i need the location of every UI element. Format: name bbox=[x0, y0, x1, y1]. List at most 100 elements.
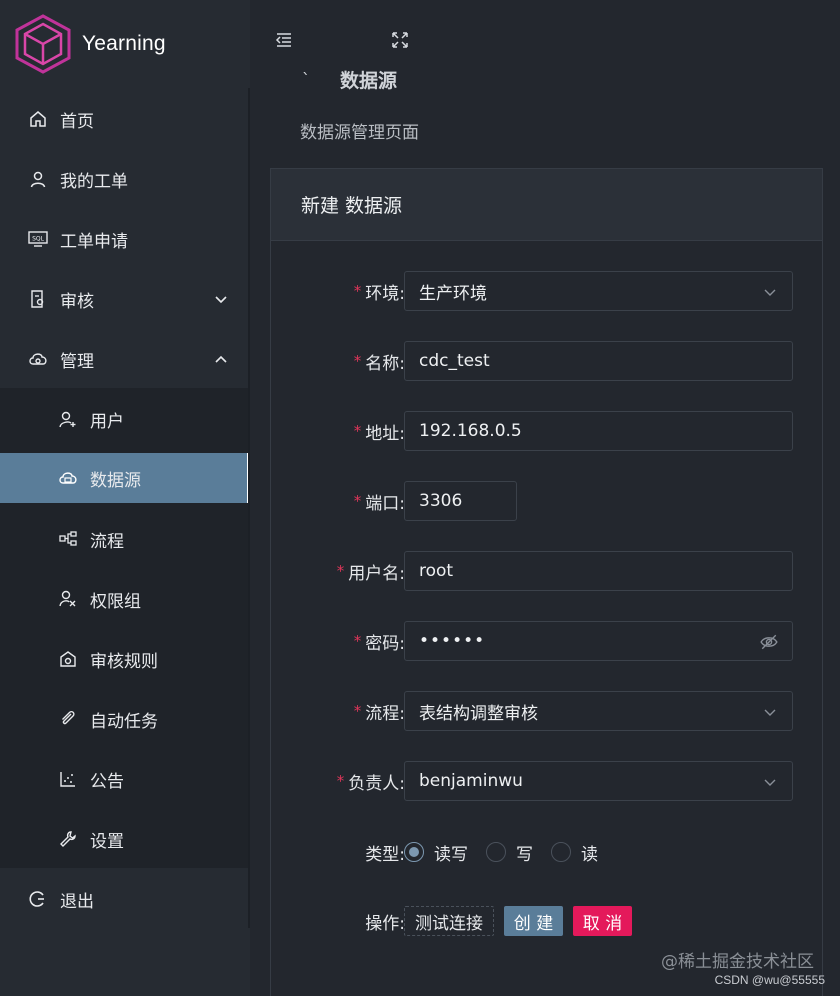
sidebar-item-flow[interactable]: 流程 bbox=[0, 514, 250, 564]
required-mark: * bbox=[353, 632, 362, 650]
chevron-down-icon bbox=[764, 289, 776, 296]
password-input-value: •••••• bbox=[419, 631, 486, 651]
address-input[interactable]: 192.168.0.5 bbox=[404, 411, 793, 451]
sidebar-item-users[interactable]: 用户 bbox=[0, 394, 250, 444]
username-label: * 用户名: bbox=[337, 551, 405, 591]
form-row-username: * 用户名: root bbox=[271, 551, 824, 591]
sidebar-item-logout[interactable]: 退出 bbox=[0, 874, 250, 924]
sidebar-item-label: 自动任务 bbox=[90, 711, 158, 732]
chevron-up-icon bbox=[215, 355, 227, 363]
required-mark: * bbox=[336, 772, 345, 790]
sidebar-item-label: 公告 bbox=[90, 771, 124, 792]
sidebar-item-announcement[interactable]: 公告 bbox=[0, 754, 250, 804]
radio-circle bbox=[551, 842, 571, 862]
owner-select[interactable]: benjaminwu bbox=[404, 761, 793, 801]
username-input-value: root bbox=[419, 561, 454, 581]
sidebar-item-my-orders[interactable]: 我的工单 bbox=[0, 154, 250, 204]
sidebar-item-label: 工单申请 bbox=[60, 231, 128, 252]
required-mark: * bbox=[353, 352, 362, 370]
sql-icon: SQL bbox=[28, 229, 48, 249]
flow-select-value: 表结构调整审核 bbox=[419, 703, 538, 724]
address-label-text: 地址: bbox=[365, 423, 405, 444]
form-row-actions: 操作: 测试连接 创 建 取 消 bbox=[271, 906, 824, 936]
sidebar-item-settings[interactable]: 设置 bbox=[0, 814, 250, 864]
required-mark: * bbox=[353, 492, 362, 510]
user-add-icon bbox=[58, 409, 78, 429]
sidebar-item-audit[interactable]: 审核 bbox=[0, 274, 250, 324]
sidebar-item-audit-rules[interactable]: 审核规则 bbox=[0, 634, 250, 684]
create-button[interactable]: 创 建 bbox=[504, 906, 563, 936]
name-input[interactable]: cdc_test bbox=[404, 341, 793, 381]
eye-hidden-icon[interactable] bbox=[760, 633, 778, 651]
flow-label: * 流程: bbox=[354, 691, 405, 731]
chevron-down-icon bbox=[764, 709, 776, 716]
type-label-text: 类型: bbox=[365, 844, 405, 865]
datasource-form-card: 新建 数据源 * 环境: 生产环境 * 名称: cdc_test * 地址: 192.… bbox=[270, 168, 823, 996]
fullscreen-icon[interactable] bbox=[390, 30, 410, 50]
sidebar-item-auto-task[interactable]: 自动任务 bbox=[0, 694, 250, 744]
chevron-down-icon bbox=[215, 296, 227, 304]
sidebar-item-order-apply[interactable]: SQL 工单申请 bbox=[0, 214, 250, 264]
port-label: * 端口: bbox=[354, 481, 405, 521]
sidebar-item-manage[interactable]: 管理 bbox=[0, 334, 250, 384]
chart-icon bbox=[58, 769, 78, 789]
user-icon bbox=[28, 169, 48, 189]
actions-label: 操作: bbox=[365, 906, 405, 936]
flow-select[interactable]: 表结构调整审核 bbox=[404, 691, 793, 731]
owner-select-value: benjaminwu bbox=[419, 771, 523, 791]
sidebar-item-label: 用户 bbox=[90, 411, 124, 432]
manage-icon bbox=[28, 349, 48, 369]
sidebar-item-home[interactable]: 首页 bbox=[0, 94, 250, 144]
form-row-flow: * 流程: 表结构调整审核 bbox=[271, 691, 824, 731]
paperclip-icon bbox=[58, 709, 78, 729]
sidebar-item-label: 审核规则 bbox=[90, 651, 158, 672]
sidebar-item-label: 审核 bbox=[60, 291, 94, 312]
form-row-name: * 名称: cdc_test bbox=[271, 341, 824, 381]
radio-circle bbox=[486, 842, 506, 862]
page-title: 数据源 bbox=[340, 70, 398, 92]
sidebar-item-label: 设置 bbox=[90, 831, 124, 852]
username-label-text: 用户名: bbox=[348, 563, 405, 584]
username-input[interactable]: root bbox=[404, 551, 793, 591]
yearning-logo-icon bbox=[15, 14, 71, 74]
watermark-csdn: CSDN @wu@55555 bbox=[714, 973, 825, 987]
sidebar-item-label: 流程 bbox=[90, 531, 124, 552]
port-input-value: 3306 bbox=[419, 491, 463, 511]
logo[interactable]: Yearning bbox=[14, 14, 166, 74]
type-radio-readwrite[interactable]: 读写 bbox=[404, 840, 468, 865]
type-radio-write[interactable]: 写 bbox=[486, 840, 533, 865]
port-input[interactable]: 3306 bbox=[404, 481, 517, 521]
group-icon bbox=[58, 589, 78, 609]
name-input-value: cdc_test bbox=[419, 351, 490, 371]
cancel-button[interactable]: 取 消 bbox=[573, 906, 632, 936]
name-label: * 名称: bbox=[354, 341, 405, 381]
sidebar-item-label: 管理 bbox=[60, 351, 94, 372]
password-input[interactable]: •••••• bbox=[404, 621, 793, 661]
logout-icon bbox=[28, 889, 48, 909]
form-row-address: * 地址: 192.168.0.5 bbox=[271, 411, 824, 451]
port-label-text: 端口: bbox=[365, 493, 405, 514]
address-input-value: 192.168.0.5 bbox=[419, 421, 522, 441]
audit-icon bbox=[28, 289, 48, 309]
password-label: * 密码: bbox=[354, 621, 405, 661]
owner-label: * 负责人: bbox=[337, 761, 405, 801]
wrench-icon bbox=[58, 829, 78, 849]
address-label: * 地址: bbox=[354, 411, 405, 451]
type-radio-group: 读写 写 读 bbox=[404, 832, 616, 872]
sidebar-divider bbox=[248, 88, 250, 928]
sidebar-item-datasource[interactable]: 数据源 bbox=[0, 453, 250, 503]
watermark-juejin: @稀土掘金技术社区 bbox=[661, 952, 814, 972]
flow-icon bbox=[58, 529, 78, 549]
back-arrow-icon[interactable]: ˋ bbox=[302, 70, 310, 89]
sidebar-item-permission-group[interactable]: 权限组 bbox=[0, 574, 250, 624]
home-icon bbox=[28, 109, 48, 129]
test-connection-button[interactable]: 测试连接 bbox=[404, 906, 494, 936]
form-row-env: * 环境: 生产环境 bbox=[271, 271, 824, 311]
form-row-password: * 密码: •••••• bbox=[271, 621, 824, 661]
menu-fold-icon[interactable] bbox=[274, 30, 294, 50]
type-radio-read[interactable]: 读 bbox=[551, 840, 598, 865]
sidebar-item-label: 权限组 bbox=[90, 591, 141, 612]
env-select[interactable]: 生产环境 bbox=[404, 271, 793, 311]
radio-label: 写 bbox=[516, 844, 533, 865]
sidebar-item-label: 退出 bbox=[60, 891, 94, 912]
